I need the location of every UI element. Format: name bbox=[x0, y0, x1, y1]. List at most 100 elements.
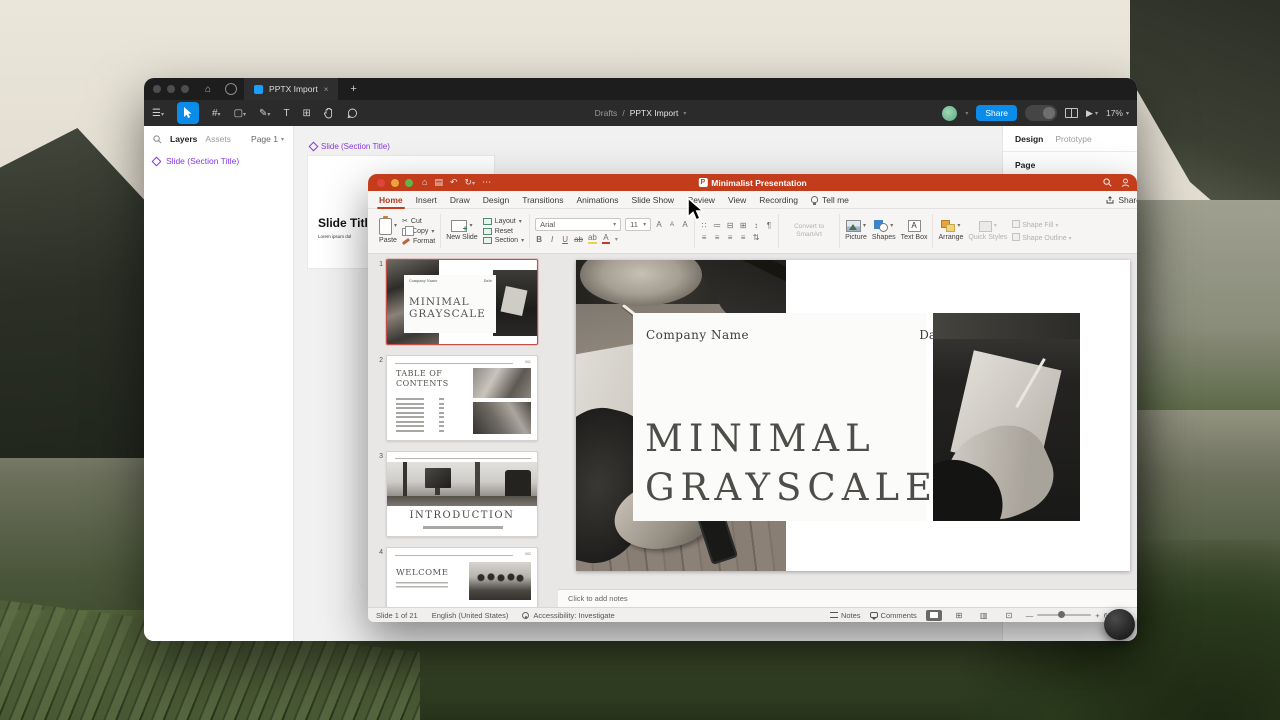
breadcrumb-file[interactable]: PPTX Import bbox=[630, 108, 679, 118]
notes-toggle-button[interactable]: Notes bbox=[830, 611, 861, 620]
current-slide[interactable]: Company Name Date MINIMALGRAYSCALE bbox=[576, 260, 1130, 571]
undo-icon[interactable]: ↶ bbox=[450, 178, 458, 187]
breadcrumb-chevron-icon[interactable]: ▾ bbox=[683, 110, 686, 117]
slide-company-name[interactable]: Company Name bbox=[646, 328, 749, 342]
figma-breadcrumb[interactable]: Drafts / PPTX Import ▾ bbox=[595, 108, 687, 118]
font-size-select[interactable]: 11▾ bbox=[625, 218, 651, 231]
tab-prototype[interactable]: Prototype bbox=[1055, 134, 1091, 144]
tab-layers[interactable]: Layers bbox=[170, 134, 197, 144]
slide-title-box[interactable]: Company Name Date MINIMALGRAYSCALE bbox=[633, 313, 926, 521]
increase-indent-icon[interactable]: ⊞ bbox=[739, 221, 747, 230]
font-color-button[interactable]: A bbox=[602, 234, 610, 244]
slide-thumbnail-3[interactable]: INTRODUCTION bbox=[386, 451, 538, 537]
figma-notifications-icon[interactable] bbox=[225, 83, 237, 95]
page-selector[interactable]: Page 1▾ bbox=[251, 134, 284, 144]
text-box-button[interactable]: A Text Box bbox=[901, 220, 928, 242]
comments-toggle-button[interactable]: Comments bbox=[870, 611, 917, 620]
shape-fill-button[interactable]: Shape Fill ▾ bbox=[1012, 220, 1071, 229]
slide-thumbnail-1[interactable]: Company Name Date MINIMALGRAYSCALE bbox=[386, 259, 538, 345]
align-center-icon[interactable]: ≡ bbox=[713, 233, 721, 242]
notes-area[interactable]: Click to add notes bbox=[558, 589, 1137, 607]
floating-avatar[interactable] bbox=[1104, 609, 1135, 640]
resources-tool-button[interactable]: ⊞ bbox=[303, 108, 311, 119]
figma-share-button[interactable]: Share bbox=[976, 105, 1017, 121]
zoom-slider-thumb[interactable] bbox=[1058, 611, 1065, 618]
tab-view[interactable]: View bbox=[728, 195, 746, 205]
slide-photo-right[interactable] bbox=[933, 313, 1080, 521]
more-commands-icon[interactable]: ⋯ bbox=[482, 178, 491, 187]
reading-view-button[interactable]: ▥ bbox=[976, 610, 992, 621]
numbering-icon[interactable]: ≔ bbox=[713, 221, 721, 230]
zoom-slider[interactable] bbox=[1037, 614, 1091, 616]
reset-button[interactable]: Reset bbox=[483, 228, 524, 235]
dev-mode-toggle[interactable] bbox=[1025, 105, 1057, 121]
tab-slide-show[interactable]: Slide Show bbox=[632, 195, 675, 205]
home-icon[interactable]: ⌂ bbox=[422, 178, 427, 187]
paste-button[interactable]: ▾ Paste bbox=[379, 218, 397, 245]
convert-smartart-button[interactable]: Convert to SmartArt bbox=[784, 223, 834, 239]
comment-tool-button[interactable] bbox=[347, 108, 358, 119]
accessibility-checker[interactable]: Accessibility: Investigate bbox=[522, 611, 614, 620]
highlight-color-button[interactable]: ab bbox=[588, 234, 597, 244]
quick-styles-button[interactable]: ▾ Quick Styles bbox=[968, 221, 1007, 242]
tab-home[interactable]: Home bbox=[379, 195, 403, 205]
canvas-slide-body[interactable]: Lorem ipsum dol bbox=[318, 234, 351, 239]
align-left-icon[interactable]: ≡ bbox=[700, 233, 708, 242]
shape-tool-button[interactable]: ▢▾ bbox=[234, 108, 246, 119]
breadcrumb-folder[interactable]: Drafts bbox=[595, 108, 618, 118]
redo-icon[interactable]: ↻▾ bbox=[465, 178, 476, 187]
canvas-slide-title[interactable]: Slide Titl bbox=[318, 216, 368, 230]
picture-button[interactable]: ▾ Picture bbox=[845, 220, 867, 242]
slide-canvas-area[interactable]: Company Name Date MINIMALGRAYSCALE bbox=[558, 254, 1137, 589]
text-tool-button[interactable]: T bbox=[283, 108, 289, 119]
tab-recording[interactable]: Recording bbox=[759, 195, 798, 205]
slide-thumbnail-2[interactable]: 001 TABLE OFCONTENTS bbox=[386, 355, 538, 441]
user-avatar[interactable] bbox=[942, 106, 957, 121]
justify-icon[interactable]: ≡ bbox=[739, 233, 747, 242]
increase-font-icon[interactable]: A bbox=[655, 220, 663, 229]
bold-button[interactable]: B bbox=[535, 235, 543, 244]
zoom-menu[interactable]: 17%▾ bbox=[1106, 108, 1129, 118]
tell-me-button[interactable]: Tell me bbox=[811, 195, 849, 205]
present-button[interactable]: ▶▾ bbox=[1086, 108, 1098, 119]
figma-main-menu-icon[interactable]: ☰▾ bbox=[152, 108, 164, 119]
tab-design[interactable]: Design bbox=[1015, 134, 1043, 144]
decrease-font-icon[interactable]: A bbox=[668, 221, 676, 228]
new-slide-button[interactable]: ▾ New Slide bbox=[446, 220, 478, 242]
figma-tab-close-icon[interactable]: × bbox=[324, 85, 329, 94]
tab-insert[interactable]: Insert bbox=[416, 195, 437, 205]
figma-home-icon[interactable]: ⌂ bbox=[205, 84, 211, 95]
slide-counter[interactable]: Slide 1 of 21 bbox=[376, 611, 418, 620]
format-painter-button[interactable]: Format bbox=[402, 238, 435, 245]
line-spacing-icon[interactable]: ↕ bbox=[752, 221, 760, 230]
tab-transitions[interactable]: Transitions bbox=[522, 195, 563, 205]
tab-draw[interactable]: Draw bbox=[450, 195, 470, 205]
hand-tool-button[interactable] bbox=[324, 108, 334, 119]
align-right-icon[interactable]: ≡ bbox=[726, 233, 734, 242]
share-button[interactable]: Share bbox=[1106, 195, 1137, 205]
library-icon[interactable] bbox=[1065, 108, 1078, 118]
cut-button[interactable]: ✂Cut bbox=[402, 217, 435, 225]
shapes-button[interactable]: ▾ Shapes bbox=[872, 220, 896, 242]
normal-view-button[interactable] bbox=[926, 610, 942, 621]
figma-file-tab[interactable]: PPTX Import × bbox=[244, 78, 338, 100]
pen-tool-button[interactable]: ✎▾ bbox=[259, 108, 270, 119]
decrease-indent-icon[interactable]: ⊟ bbox=[726, 221, 734, 230]
figma-traffic-lights[interactable] bbox=[144, 85, 198, 93]
strikethrough-button[interactable]: ab bbox=[574, 235, 583, 244]
layer-item-slide-section-title[interactable]: Slide (Section Title) bbox=[144, 152, 293, 170]
section-button[interactable]: Section▾ bbox=[483, 237, 524, 244]
copy-button[interactable]: Copy▾ bbox=[402, 228, 435, 236]
text-direction-icon[interactable]: ¶ bbox=[765, 221, 773, 230]
italic-button[interactable]: I bbox=[548, 235, 556, 244]
slide-title[interactable]: MINIMALGRAYSCALE bbox=[645, 415, 938, 513]
canvas-frame-label[interactable]: Slide (Section Title) bbox=[310, 142, 390, 151]
powerpoint-traffic-lights[interactable] bbox=[375, 179, 415, 187]
search-icon[interactable] bbox=[1103, 178, 1112, 187]
arrange-button[interactable]: ▾ Arrange bbox=[938, 220, 963, 242]
font-name-select[interactable]: Arial▾ bbox=[535, 218, 621, 231]
slideshow-view-button[interactable]: ⊡ bbox=[1001, 610, 1017, 621]
figma-new-tab-button[interactable]: + bbox=[350, 83, 356, 95]
zoom-in-button[interactable]: + bbox=[1095, 611, 1099, 620]
slide-thumbnail-4[interactable]: 002 WELCOME bbox=[386, 547, 538, 607]
